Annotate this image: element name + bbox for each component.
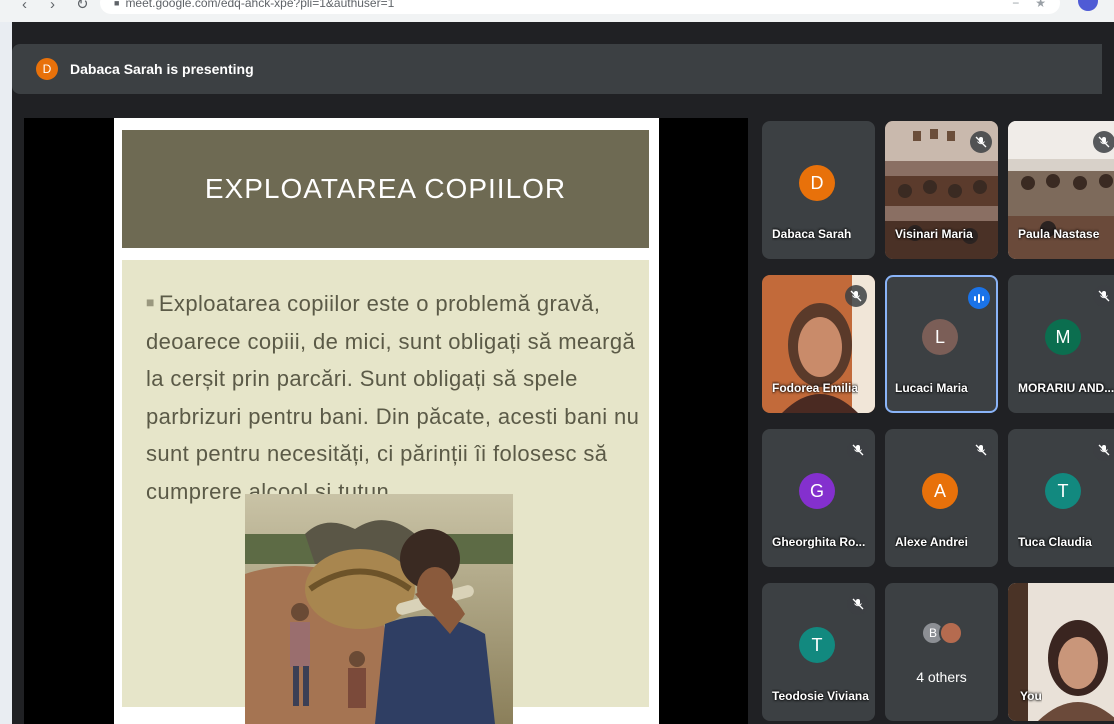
screen: ‹ › ↻ ■ meet.google.com/edq-ahck-xpe?pli… xyxy=(0,0,1114,724)
avatar: T xyxy=(799,627,835,663)
presenting-banner: D Dabaca Sarah is presenting xyxy=(12,44,1102,94)
avatar: L xyxy=(922,319,958,355)
participant-tile[interactable]: G Gheorghita Ro... xyxy=(762,429,875,567)
bookmark-star-icon[interactable]: ★ xyxy=(1035,0,1046,14)
slide-bullet: ■ Exploatarea copiilor este o problemă gr… xyxy=(146,284,641,510)
mic-off-icon xyxy=(847,439,869,461)
avatar: A xyxy=(922,473,958,509)
back-arrow-icon[interactable]: ‹ xyxy=(22,0,27,12)
participant-name: Gheorghita Ro... xyxy=(772,535,866,549)
participant-tile[interactable]: M MORARIU AND... xyxy=(1008,275,1114,413)
slide-header: EXPLOATAREA COPIILOR xyxy=(122,130,649,248)
lock-icon: ■ xyxy=(114,0,120,8)
participant-tile[interactable]: Visinari Maria xyxy=(885,121,998,259)
participant-tile[interactable]: A Alexe Andrei xyxy=(885,429,998,567)
participant-name: MORARIU AND... xyxy=(1018,381,1114,395)
mic-off-icon xyxy=(970,439,992,461)
avatar: T xyxy=(1045,473,1081,509)
others-tile[interactable]: B 4 others xyxy=(885,583,998,721)
mic-off-icon xyxy=(845,285,867,307)
reload-icon[interactable]: ↻ xyxy=(76,0,89,12)
child-labor-photo xyxy=(245,494,513,724)
mic-off-icon xyxy=(1093,439,1114,461)
participant-name: Alexe Andrei xyxy=(895,535,968,549)
bullet-text: Exploatarea copiilor este o problemă gra… xyxy=(146,291,640,504)
participant-name: Dabaca Sarah xyxy=(772,227,852,241)
participant-tile-active-speaker[interactable]: L Lucaci Maria xyxy=(885,275,998,413)
participant-name: Tuca Claudia xyxy=(1018,535,1092,549)
meet-window: D Dabaca Sarah is presenting EXPLOATAREA… xyxy=(0,22,1114,724)
participant-tile[interactable]: T Tuca Claudia xyxy=(1008,429,1114,567)
profile-avatar[interactable] xyxy=(1078,0,1098,11)
participant-name: Fodorea Emilia xyxy=(772,381,859,395)
slide: EXPLOATAREA COPIILOR ■ Exploatarea copiil… xyxy=(114,118,659,724)
bullet-square-icon: ■ xyxy=(146,294,155,310)
participant-name: Teodosie Viviana xyxy=(772,689,869,703)
address-bar[interactable]: ■ meet.google.com/edq-ahck-xpe?pli=1&aut… xyxy=(100,0,1060,14)
more-icon[interactable]: − xyxy=(1012,0,1019,14)
slide-title: EXPLOATAREA COPIILOR xyxy=(204,173,567,204)
participant-tile[interactable]: Fodorea Emilia xyxy=(762,275,875,413)
others-count: 4 others xyxy=(916,669,967,685)
self-tile[interactable]: You xyxy=(1008,583,1114,721)
avatar: D xyxy=(799,165,835,201)
mini-avatar-photo xyxy=(939,621,963,645)
avatar: M xyxy=(1045,319,1081,355)
browser-toolbar: ‹ › ↻ ■ meet.google.com/edq-ahck-xpe?pli… xyxy=(0,0,1114,22)
participant-tile[interactable]: Paula Nastase xyxy=(1008,121,1114,259)
speaking-indicator-icon xyxy=(968,287,990,309)
mic-off-icon xyxy=(1093,131,1114,153)
slide-photo xyxy=(245,494,513,724)
url-text: meet.google.com/edq-ahck-xpe?pli=1&authu… xyxy=(125,0,395,10)
forward-arrow-icon[interactable]: › xyxy=(50,0,55,12)
presenter-avatar: D xyxy=(36,58,58,80)
others-avatars: B xyxy=(921,621,971,645)
avatar: G xyxy=(799,473,835,509)
participant-name: You xyxy=(1020,689,1042,703)
mic-off-icon xyxy=(970,131,992,153)
participant-name: Visinari Maria xyxy=(895,227,973,241)
mic-off-icon xyxy=(1093,285,1114,307)
participant-tile[interactable]: T Teodosie Viviana xyxy=(762,583,875,721)
mic-off-icon xyxy=(847,593,869,615)
participant-tile[interactable]: D Dabaca Sarah xyxy=(762,121,875,259)
presentation-stage[interactable]: EXPLOATAREA COPIILOR ■ Exploatarea copiil… xyxy=(24,118,748,724)
participant-name: Lucaci Maria xyxy=(895,381,968,395)
participant-name: Paula Nastase xyxy=(1018,227,1100,241)
presenting-label: Dabaca Sarah is presenting xyxy=(70,61,254,77)
